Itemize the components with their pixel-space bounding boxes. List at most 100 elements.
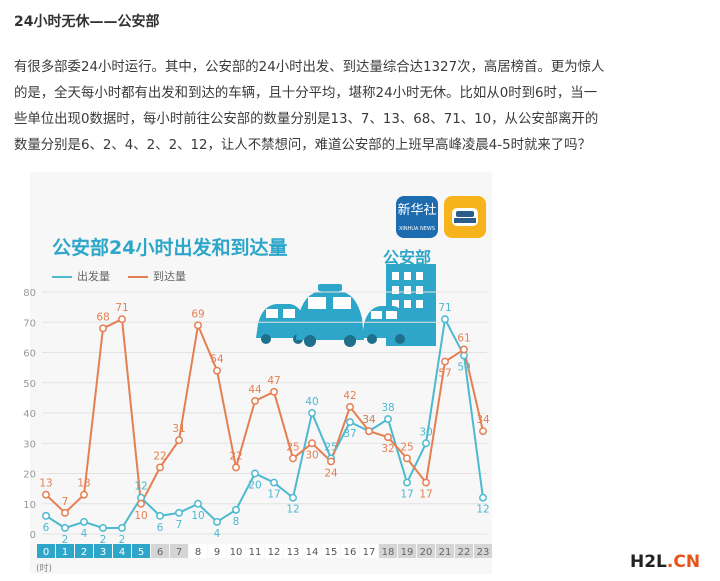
- data-label: 38: [381, 402, 394, 414]
- data-label: 25: [400, 441, 413, 453]
- data-point: [251, 396, 259, 405]
- data-label: 54: [210, 354, 224, 366]
- data-point: [346, 403, 354, 411]
- y-tick-label: 80: [23, 288, 36, 299]
- data-point: [61, 524, 69, 532]
- data-label: 71: [438, 302, 451, 314]
- x-axis: 0 1 2 3 4 5 6 7 8 9 10 11 12 13 14 15 16 17 18 19 20 21 22 23(时…: [36, 544, 492, 574]
- data-point: [118, 524, 126, 532]
- x-tick-label: 20: [420, 547, 433, 558]
- data-point: [460, 345, 468, 354]
- x-tick-label: 6: [157, 547, 163, 558]
- x-tick-label: 15: [325, 547, 338, 558]
- x-tick-label: 0: [43, 547, 49, 558]
- x-tick-label: 10: [230, 547, 243, 558]
- data-label: 8: [233, 516, 240, 528]
- x-tick-label: 16: [344, 547, 357, 558]
- x-tick-label: 19: [401, 547, 414, 558]
- data-label: 61: [457, 332, 470, 344]
- data-label: 6: [157, 522, 164, 534]
- data-label: 68: [96, 311, 109, 323]
- data-point: [213, 366, 221, 375]
- data-label: 4: [214, 528, 221, 540]
- data-point: [42, 490, 50, 499]
- y-axis: 0 10 20 30 40 50 60 70 80: [23, 288, 36, 541]
- data-label: 30: [419, 426, 432, 438]
- y-tick-label: 50: [23, 379, 36, 390]
- data-label: 2: [100, 534, 107, 546]
- data-label: 10: [191, 510, 204, 522]
- x-tick-label: 3: [100, 547, 106, 558]
- data-label: 40: [305, 396, 318, 408]
- data-point: [346, 418, 354, 427]
- data-label: 71: [115, 302, 128, 314]
- data-point: [156, 463, 164, 472]
- data-label: 12: [134, 481, 147, 493]
- data-point: [441, 315, 449, 324]
- data-point: [308, 439, 316, 448]
- data-point: [422, 439, 430, 448]
- x-tick-label: 8: [195, 547, 201, 558]
- data-label: 31: [172, 423, 185, 435]
- data-label: 44: [248, 384, 262, 396]
- data-label: 32: [381, 443, 394, 455]
- x-tick-label: 12: [268, 547, 281, 558]
- data-label: 6: [43, 522, 50, 534]
- data-point: [175, 436, 183, 445]
- data-point: [251, 469, 259, 478]
- data-label: 2: [62, 534, 69, 546]
- series-line: [45, 317, 484, 515]
- x-tick-label: 5: [138, 547, 144, 558]
- data-point: [137, 499, 145, 508]
- x-tick-label: 9: [214, 547, 220, 558]
- data-label: 17: [400, 489, 413, 501]
- data-label: 34: [362, 414, 376, 426]
- y-tick-label: 0: [30, 530, 36, 541]
- data-point: [403, 478, 411, 487]
- data-point: [289, 454, 297, 463]
- x-axis-label: (时): [36, 562, 52, 574]
- x-tick-label: 13: [287, 547, 300, 558]
- x-tick-label: 17: [363, 547, 376, 558]
- x-tick-label: 11: [249, 547, 262, 558]
- site-watermark: H2L.CN: [630, 552, 700, 572]
- x-tick-label: 1: [62, 547, 68, 558]
- data-point: [213, 517, 221, 526]
- data-label: 22: [229, 450, 242, 462]
- data-point: [479, 427, 487, 436]
- data-point: [270, 478, 278, 487]
- data-label: 37: [343, 428, 356, 440]
- x-tick-label: 21: [439, 547, 452, 558]
- data-point: [365, 427, 373, 436]
- data-label: 7: [176, 519, 183, 531]
- y-tick-label: 10: [23, 500, 36, 511]
- data-point: [232, 505, 240, 514]
- data-label: 59: [457, 362, 470, 374]
- y-tick-label: 70: [23, 318, 36, 329]
- data-point: [403, 454, 411, 463]
- data-point: [194, 321, 202, 330]
- data-point: [99, 524, 107, 532]
- data-label: 24: [324, 467, 338, 479]
- data-point: [194, 499, 202, 508]
- x-tick-label: 4: [119, 547, 125, 558]
- data-label: 25: [324, 441, 337, 453]
- data-point: [118, 315, 126, 324]
- data-point: [232, 463, 240, 472]
- data-label: 7: [62, 496, 69, 508]
- data-label: 69: [191, 308, 204, 320]
- data-label: 57: [438, 368, 451, 380]
- data-label: 42: [343, 390, 356, 402]
- data-point: [175, 508, 183, 517]
- data-point: [99, 324, 107, 333]
- x-tick-label: 14: [306, 547, 319, 558]
- data-point: [479, 493, 487, 502]
- data-point: [384, 433, 392, 442]
- data-point: [270, 387, 278, 396]
- data-label: 20: [248, 480, 261, 492]
- watermark-part2: .CN: [666, 552, 701, 572]
- data-point: [42, 511, 50, 520]
- data-label: 34: [476, 414, 490, 426]
- x-tick-label: 7: [176, 547, 182, 558]
- data-point: [156, 511, 164, 520]
